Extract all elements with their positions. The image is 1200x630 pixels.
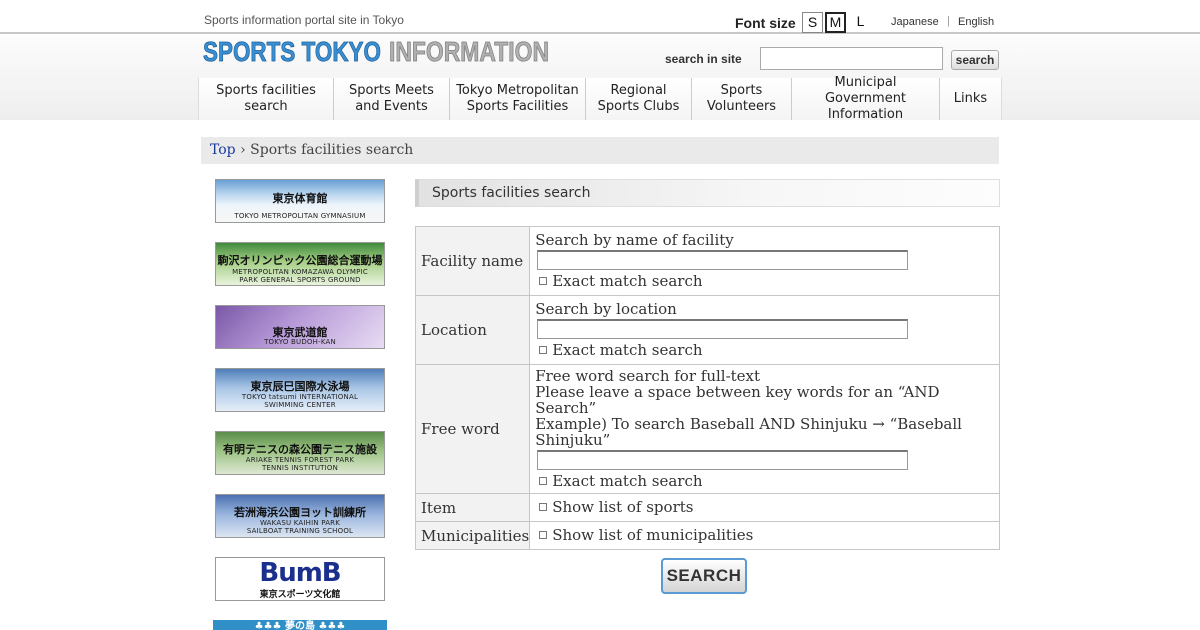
free-word-hint: Free word search for full-text	[535, 367, 761, 385]
banner-subtitle: METROPOLITAN KOMAZAWA OLYMPIC PARK GENERA…	[232, 268, 368, 284]
logo-text-primary: SPORTS TOKYO	[203, 36, 381, 67]
nav-item-sports-volunteers[interactable]: Sports Volunteers	[692, 78, 792, 120]
free-word-input[interactable]	[537, 450, 909, 470]
site-search-label: search in site	[665, 52, 742, 66]
item-cell: Show list of sports	[529, 493, 1000, 522]
facility-name-input[interactable]	[537, 250, 909, 270]
font-size-large-button[interactable]: L	[850, 12, 871, 33]
facility-name-exact-option[interactable]: Exact match search	[535, 273, 994, 289]
checkbox-icon[interactable]	[539, 503, 548, 511]
nav-item-label: Municipal Government Information	[824, 75, 907, 122]
banner-title: 若洲海浜公園ヨット訓練所	[234, 506, 366, 519]
site-logo[interactable]: SPORTS TOKYO INFORMATION	[203, 35, 553, 67]
search-submit-button[interactable]: SEARCH	[661, 558, 747, 594]
font-size-small-button[interactable]: S	[802, 12, 823, 33]
site-search-input[interactable]	[760, 47, 943, 70]
nav-item-label: Sports Volunteers	[706, 83, 777, 114]
language-japanese-link[interactable]: Japanese	[891, 16, 939, 28]
banner-komazawa-park[interactable]: 駒沢オリンピック公園総合運動場 METROPOLITAN KOMAZAWA OL…	[215, 242, 385, 286]
banner-title: ♣♣♣ 夢の島 ♣♣♣	[254, 621, 346, 630]
breadcrumb-separator: ›	[240, 142, 246, 158]
banner-subtitle: WAKASU KAIHIN PARK SAILBOAT TRAINING SCHO…	[246, 519, 354, 535]
free-word-exact-option[interactable]: Exact match search	[535, 473, 994, 489]
nav-item-regional-clubs[interactable]: Regional Sports Clubs	[586, 78, 692, 120]
form-row-item: Item Show list of sports	[414, 493, 1000, 522]
header-divider	[0, 32, 1200, 34]
language-english-link[interactable]: English	[958, 16, 994, 28]
nav-item-sports-meets[interactable]: Sports Meets and Events	[334, 78, 450, 120]
municipalities-cell: Show list of municipalities	[529, 521, 1000, 550]
location-hint: Search by location	[535, 300, 677, 318]
form-row-facility-name: Facility name Search by name of facility…	[414, 226, 1000, 296]
location-cell: Search by location Exact match search	[529, 295, 1000, 365]
banner-wakasu-sailboat[interactable]: 若洲海浜公園ヨット訓練所 WAKASU KAIHIN PARK SAILBOAT …	[215, 494, 385, 538]
free-word-cell: Free word search for full-text Please le…	[529, 364, 1000, 494]
free-word-example: Shinjuku”	[535, 431, 611, 449]
main-navigation: Sports facilities search Sports Meets and …	[198, 75, 1002, 122]
banner-subtitle: TOKYO BUDOH-KAN	[264, 338, 336, 346]
banner-bumb[interactable]: BumB 東京スポーツ文化館	[215, 557, 385, 601]
nav-item-label: Regional Sports Clubs	[597, 83, 680, 114]
nav-item-label: Links	[953, 91, 988, 106]
banner-title: 駒沢オリンピック公園総合運動場	[217, 254, 383, 267]
facility-name-label: Facility name	[414, 226, 531, 296]
banner-title: 有明テニスの森公園テニス施設	[223, 443, 377, 456]
nav-item-sports-facilities-search[interactable]: Sports facilities search	[199, 78, 334, 120]
checkbox-icon[interactable]	[539, 277, 548, 285]
banner-budokan[interactable]: 東京武道館 TOKYO BUDOH-KAN	[215, 305, 385, 349]
banner-subtitle: TOKYO tatsumi INTERNATIONAL SWIMMING CENT…	[241, 393, 359, 409]
banner-tokyo-gymnasium[interactable]: 東京体育館 TOKYO METROPOLITAN GYMNASIUM	[215, 179, 385, 223]
font-size-label: Font size	[735, 15, 796, 31]
nav-item-links[interactable]: Links	[940, 78, 1001, 120]
show-municipalities-option[interactable]: Show list of municipalities	[535, 527, 994, 543]
banner-title: 東京体育館	[272, 192, 328, 205]
site-tagline: Sports information portal site in Tokyo	[204, 13, 404, 27]
banner-title: 東京スポーツ文化館	[259, 590, 341, 600]
language-separator: |	[947, 15, 950, 27]
free-word-hint: Please leave a space between key words f…	[535, 383, 940, 417]
breadcrumb: Top › Sports facilities search	[201, 137, 999, 164]
breadcrumb-current: Sports facilities search	[250, 142, 414, 158]
banner-subtitle: ARIAKE TENNIS FOREST PARK TENNIS INSTITUT…	[245, 456, 355, 472]
nav-item-label: Tokyo Metropolitan Sports Facilities	[456, 83, 579, 114]
nav-item-municipal-info[interactable]: Municipal Government Information	[792, 75, 940, 122]
form-row-municipalities: Municipalities Show list of municipaliti…	[414, 521, 1000, 550]
nav-item-label: Sports Meets and Events	[349, 83, 434, 114]
facility-name-cell: Search by name of facility Exact match s…	[529, 226, 1000, 296]
bumb-logo: BumB	[259, 558, 341, 588]
facility-name-hint: Search by name of facility	[535, 231, 734, 249]
form-row-free-word: Free word Free word search for full-text…	[414, 364, 1000, 494]
font-size-medium-button[interactable]: M	[825, 12, 846, 33]
item-label: Item	[414, 493, 531, 522]
banner-title: 東京辰巳国際水泳場	[250, 380, 350, 393]
checkbox-icon[interactable]	[539, 477, 548, 485]
banner-subtitle: TOKYO METROPOLITAN GYMNASIUM	[234, 212, 366, 220]
free-word-example: Example) To search Baseball AND Shinjuku…	[535, 415, 962, 433]
form-row-location: Location Search by location Exact match …	[414, 295, 1000, 365]
breadcrumb-home-link[interactable]: Top	[210, 142, 236, 158]
show-sports-option[interactable]: Show list of sports	[535, 499, 994, 515]
location-label: Location	[414, 295, 531, 365]
search-form-table: Facility name Search by name of facility…	[414, 226, 1000, 550]
free-word-label: Free word	[414, 364, 531, 494]
site-search-button[interactable]: search	[951, 50, 999, 70]
section-title: Sports facilities search	[415, 179, 1000, 207]
location-input[interactable]	[537, 319, 909, 339]
nav-item-metropolitan-facilities[interactable]: Tokyo Metropolitan Sports Facilities	[450, 78, 586, 120]
nav-item-label: Sports facilities search	[216, 83, 316, 114]
municipalities-label: Municipalities	[414, 521, 531, 550]
checkbox-icon[interactable]	[539, 346, 548, 354]
banner-ariake-tennis[interactable]: 有明テニスの森公園テニス施設 ARIAKE TENNIS FOREST PARK…	[215, 431, 385, 475]
checkbox-icon[interactable]	[539, 531, 548, 539]
logo-text-secondary: INFORMATION	[389, 36, 549, 67]
banner-yumenoshima[interactable]: ♣♣♣ 夢の島 ♣♣♣	[213, 620, 387, 630]
location-exact-option[interactable]: Exact match search	[535, 342, 994, 358]
banner-tatsumi-swimming[interactable]: 東京辰巳国際水泳場 TOKYO tatsumi INTERNATIONAL SWI…	[215, 368, 385, 412]
